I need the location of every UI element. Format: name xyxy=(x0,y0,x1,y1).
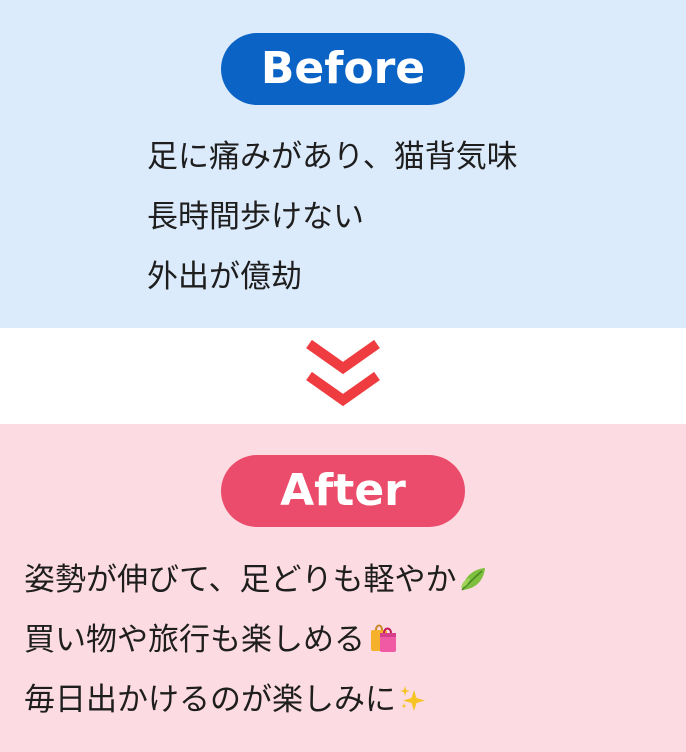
after-item: 毎日出かけるのが楽しみに xyxy=(24,680,428,724)
double-chevron-down-icon xyxy=(306,339,380,407)
leaf-icon xyxy=(458,564,488,604)
after-badge: After xyxy=(221,455,465,527)
before-item: 足に痛みがあり、猫背気味 xyxy=(147,139,518,175)
after-item-text: 毎日出かけるのが楽しみに xyxy=(24,682,396,718)
after-item: 姿勢が伸びて、足どりも軽やか xyxy=(24,560,488,604)
after-section: After 姿勢が伸びて、足どりも軽やか 買い物や旅行も楽しめる 毎日出かけるの… xyxy=(0,424,686,752)
shopping-bags-icon xyxy=(367,620,399,664)
before-section: Before 足に痛みがあり、猫背気味 長時間歩けない 外出が億劫 xyxy=(0,0,686,328)
after-item-text: 姿勢が伸びて、足どりも軽やか xyxy=(24,562,457,598)
before-item: 外出が億劫 xyxy=(147,259,302,295)
sparkles-icon xyxy=(398,684,428,724)
before-item: 長時間歩けない xyxy=(147,199,364,235)
after-item-text: 買い物や旅行も楽しめる xyxy=(24,622,365,658)
after-item: 買い物や旅行も楽しめる xyxy=(24,620,399,664)
before-badge: Before xyxy=(221,33,465,105)
